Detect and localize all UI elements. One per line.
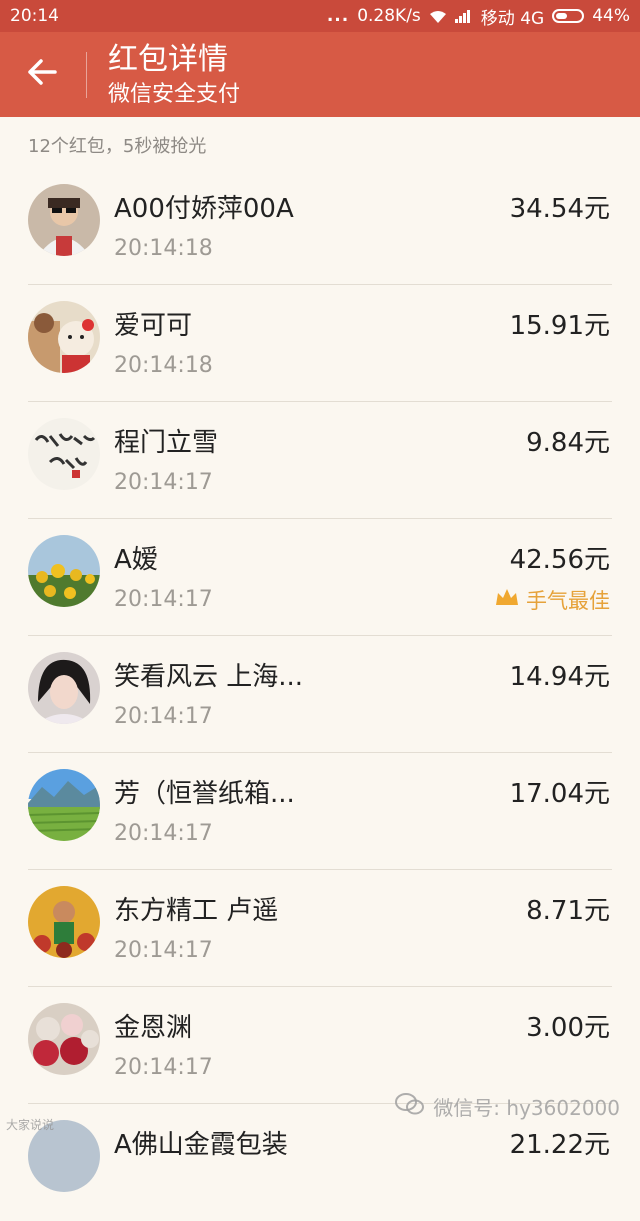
amount: 34.54元 — [509, 194, 610, 224]
list-item[interactable]: 爱可可 20:14:18 15.91元 — [0, 285, 640, 402]
avatar[interactable] — [28, 652, 100, 724]
wifi-icon — [429, 9, 447, 23]
list-item[interactable]: 程门立雪 20:14:17 9.84元 — [0, 402, 640, 519]
amount: 15.91元 — [509, 311, 610, 341]
recipient-name: 笑看风云 上海... — [114, 662, 304, 692]
status-indicators: ... 0.28K/s 移动 4G 44% — [327, 4, 630, 29]
recipient-list: A00付娇萍00A 20:14:18 34.54元 爱可可 20:14:18 1… — [0, 168, 640, 1221]
list-item[interactable]: A嫒 20:14:17 42.56元 手气最佳 — [0, 519, 640, 636]
recipient-name: A佛山金霞包装 — [114, 1130, 288, 1160]
best-luck-label: 手气最佳 — [526, 589, 610, 613]
recipient-name: A嫒 — [114, 545, 158, 575]
recipient-name: 金恩渊 — [114, 1013, 193, 1043]
amount: 21.22元 — [509, 1130, 610, 1160]
list-item[interactable]: 东方精工 卢遥 20:14:17 8.71元 — [0, 870, 640, 987]
grab-time: 20:14:17 — [114, 704, 213, 729]
battery-icon — [552, 9, 585, 23]
avatar[interactable] — [28, 1003, 100, 1075]
grab-time: 20:14:17 — [114, 470, 213, 495]
signal-icon — [454, 9, 473, 23]
list-item[interactable]: 金恩渊 20:14:17 3.00元 — [0, 987, 640, 1104]
back-button[interactable] — [18, 52, 66, 96]
recipient-name: 程门立雪 — [114, 428, 219, 458]
page-subtitle: 微信安全支付 — [108, 82, 241, 107]
amount: 17.04元 — [509, 779, 610, 809]
grab-time: 20:14:17 — [114, 587, 213, 612]
best-luck-badge: 手气最佳 — [494, 585, 610, 615]
recipient-name: 东方精工 卢遥 — [114, 896, 279, 926]
grab-time: 20:14:17 — [114, 938, 213, 963]
crown-icon — [494, 587, 520, 614]
status-time: 20:14 — [10, 6, 59, 26]
grab-time: 20:14:18 — [114, 353, 213, 378]
list-item[interactable]: 芳（恒誉纸箱... 20:14:17 17.04元 — [0, 753, 640, 870]
watermark-left: 大家说说 — [6, 1118, 55, 1132]
status-bar: 20:14 ... 0.28K/s 移动 4G 44% — [0, 0, 640, 32]
list-item[interactable]: 笑看风云 上海... 20:14:17 14.94元 — [0, 636, 640, 753]
list-item[interactable]: A00付娇萍00A 20:14:18 34.54元 — [0, 168, 640, 285]
avatar[interactable] — [28, 535, 100, 607]
watermark: 微信号: hy3602000 — [395, 1092, 620, 1121]
avatar[interactable] — [28, 886, 100, 958]
amount: 42.56元 — [509, 545, 610, 575]
battery-percent: 44% — [592, 6, 630, 26]
avatar[interactable] — [28, 769, 100, 841]
avatar[interactable] — [28, 184, 100, 256]
avatar[interactable] — [28, 301, 100, 373]
grab-time: 20:14:17 — [114, 821, 213, 846]
page-title: 红包详情 — [108, 42, 228, 77]
amount: 3.00元 — [526, 1013, 610, 1043]
amount: 8.71元 — [526, 896, 610, 926]
list-item[interactable]: A佛山金霞包装 21.22元 — [0, 1104, 640, 1221]
packet-summary: 12个红包，5秒被抢光 — [28, 136, 207, 157]
recipient-name: 芳（恒誉纸箱... — [114, 779, 295, 809]
network-speed: 0.28K/s — [357, 6, 421, 26]
amount: 9.84元 — [526, 428, 610, 458]
grab-time: 20:14:18 — [114, 236, 213, 261]
grab-time: 20:14:17 — [114, 1055, 213, 1080]
header: 红包详情 微信安全支付 — [0, 32, 640, 117]
avatar[interactable] — [28, 418, 100, 490]
header-divider — [86, 52, 87, 98]
recipient-name: 爱可可 — [114, 311, 193, 341]
battery-fill — [556, 13, 568, 19]
watermark-text: 微信号: hy3602000 — [433, 1096, 620, 1120]
back-arrow-icon — [27, 59, 57, 89]
amount: 14.94元 — [509, 662, 610, 692]
carrier-label: 移动 4G — [480, 8, 545, 29]
wechat-logo-icon — [395, 1092, 425, 1121]
notification-dots: ... — [326, 6, 350, 26]
recipient-name: A00付娇萍00A — [114, 194, 294, 224]
